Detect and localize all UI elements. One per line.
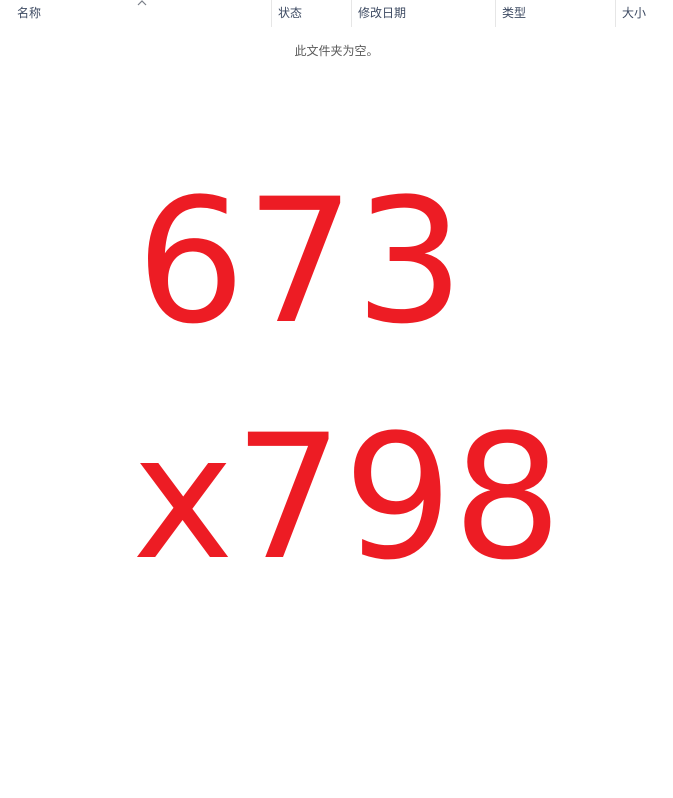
placeholder-width-text: 673 bbox=[136, 161, 465, 362]
column-header-modified-date[interactable]: 修改日期 bbox=[358, 0, 496, 27]
column-header-type[interactable]: 类型 bbox=[502, 0, 615, 27]
column-header-status-label: 状态 bbox=[278, 6, 303, 20]
column-divider[interactable] bbox=[615, 0, 616, 27]
placeholder-height-text: x798 bbox=[132, 397, 563, 598]
column-header-modified-date-label: 修改日期 bbox=[358, 6, 407, 20]
column-divider[interactable] bbox=[351, 0, 352, 27]
column-divider[interactable] bbox=[271, 0, 272, 27]
column-divider[interactable] bbox=[495, 0, 496, 27]
column-header-type-label: 类型 bbox=[502, 6, 527, 20]
column-header-size-label: 大小 bbox=[622, 6, 647, 20]
column-header-status[interactable]: 状态 bbox=[278, 0, 350, 27]
column-header-name-label: 名称 bbox=[17, 6, 42, 20]
column-header-bar: 名称 状态 修改日期 类型 大小 bbox=[0, 0, 673, 27]
empty-folder-message: 此文件夹为空。 bbox=[294, 44, 379, 58]
column-header-size[interactable]: 大小 bbox=[622, 0, 673, 27]
chevron-up-icon bbox=[137, 0, 147, 6]
